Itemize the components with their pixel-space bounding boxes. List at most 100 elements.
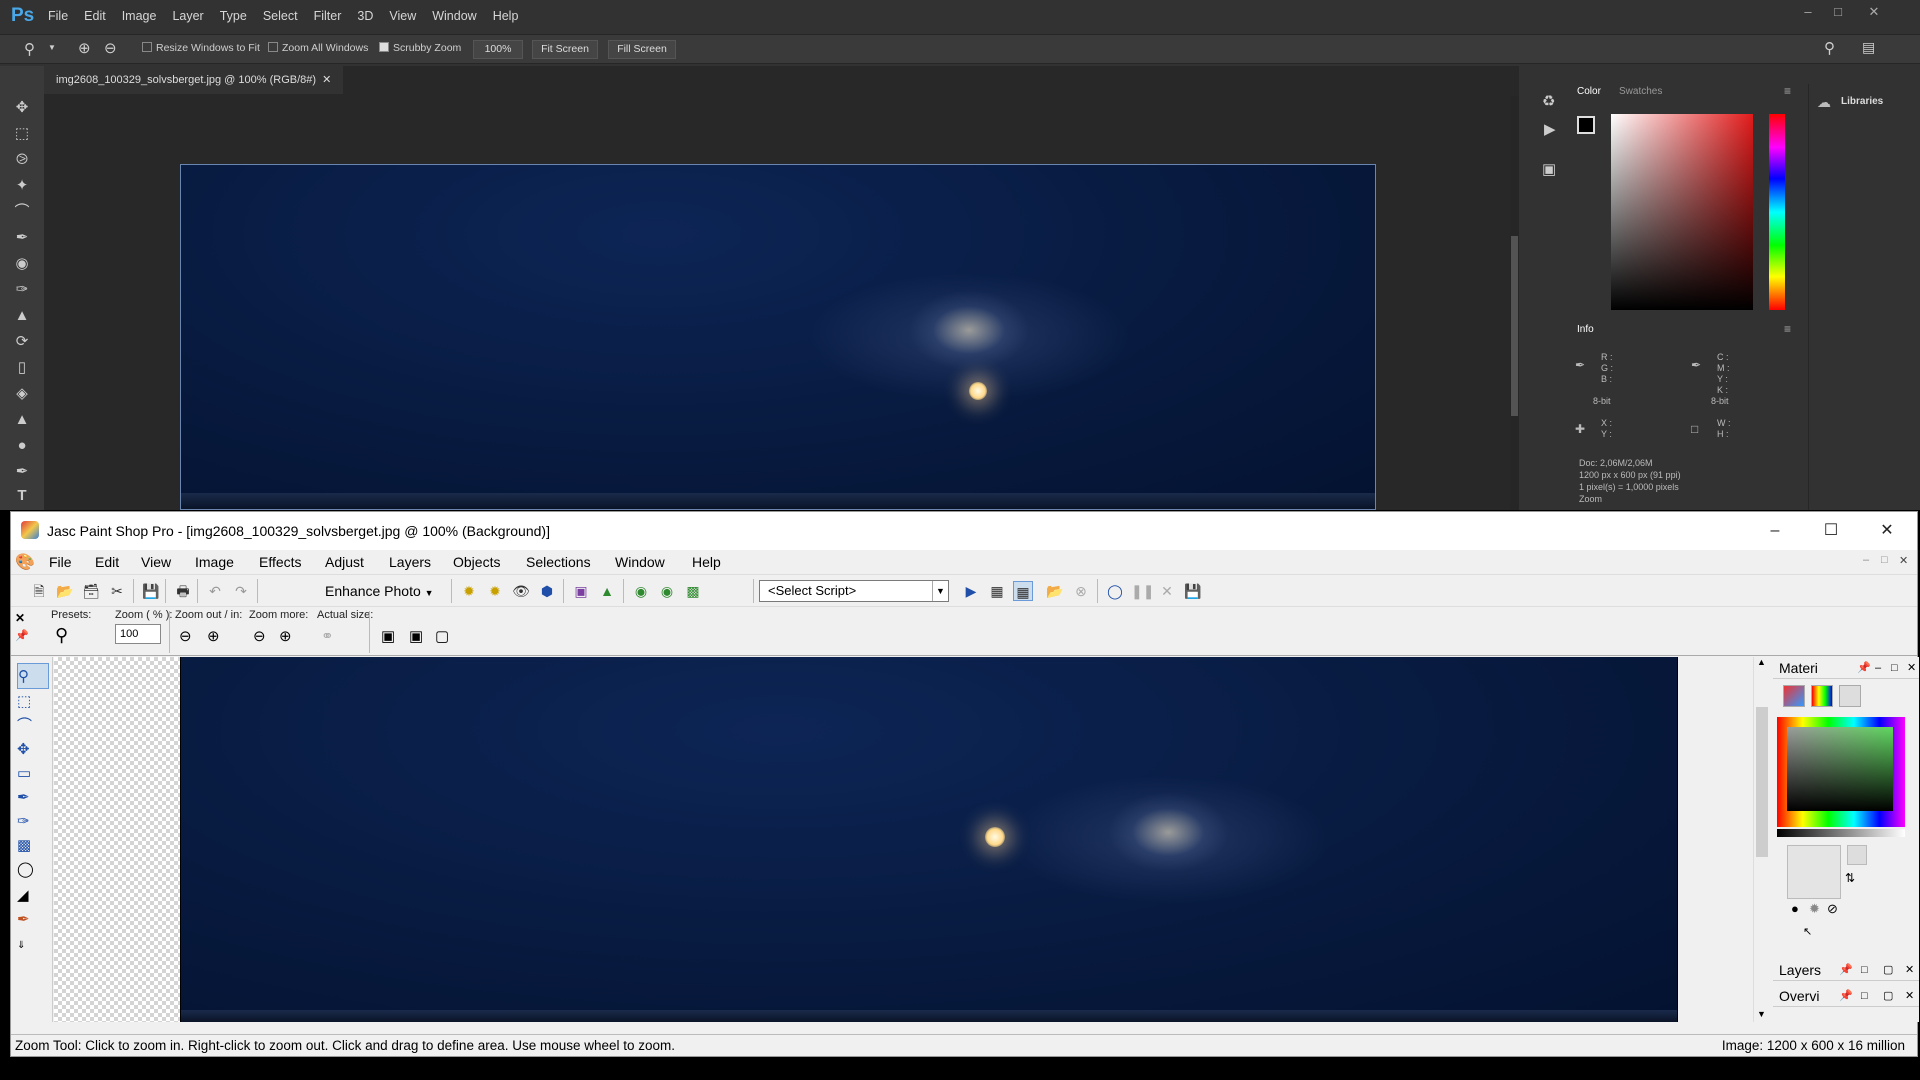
scroll-up-icon[interactable]: ▲ bbox=[1757, 657, 1766, 667]
texture-icon[interactable]: ✹ bbox=[1809, 901, 1820, 917]
marquee-tool-icon[interactable]: ⬚ bbox=[12, 124, 32, 144]
psp-menu-image[interactable]: Image bbox=[195, 554, 234, 570]
move-tool-icon[interactable]: ✥ bbox=[12, 98, 32, 118]
dodge-tool-icon[interactable]: ● bbox=[12, 436, 32, 456]
swap-colors-icon[interactable]: ⇅ bbox=[1845, 871, 1855, 885]
color-field[interactable] bbox=[1611, 114, 1753, 310]
close-icon[interactable]: ✕ bbox=[1905, 959, 1914, 981]
float-icon[interactable]: □ bbox=[1891, 657, 1898, 679]
history-icon[interactable]: ♻ bbox=[1542, 92, 1555, 110]
clone-source-icon[interactable]: ▣ bbox=[1542, 160, 1556, 178]
close-icon[interactable]: ✕ bbox=[1905, 985, 1914, 1007]
tab-info[interactable]: Info bbox=[1577, 324, 1594, 335]
zoom-tool-icon[interactable]: ⚲ bbox=[24, 40, 35, 58]
ps-restore-button[interactable]: □ bbox=[1820, 4, 1856, 26]
psp-menu-edit[interactable]: Edit bbox=[95, 554, 119, 570]
presets-zoom-icon[interactable]: ⚲ bbox=[55, 625, 68, 646]
psp-maximize-button[interactable]: ☐ bbox=[1803, 512, 1859, 550]
type-tool-icon[interactable]: T bbox=[12, 486, 32, 506]
psp-color-picker[interactable] bbox=[1777, 717, 1905, 827]
psp-menu-view[interactable]: View bbox=[141, 554, 171, 570]
float-icon[interactable]: □ bbox=[1861, 985, 1868, 1007]
grayscale-strip[interactable] bbox=[1777, 829, 1905, 837]
ps-photo[interactable] bbox=[180, 164, 1376, 510]
select-script-dropdown[interactable]: <Select Script> ▼ bbox=[759, 580, 949, 602]
ps-menu-3d[interactable]: 3D bbox=[349, 9, 381, 23]
scissors-icon[interactable]: ✂ bbox=[107, 581, 127, 601]
brush-tool-icon[interactable]: ✑ bbox=[12, 280, 32, 300]
healing-brush-icon[interactable]: ◉ bbox=[12, 254, 32, 274]
lasso-tool-icon[interactable]: ⧁ bbox=[12, 150, 32, 170]
psp-close-button[interactable]: ✕ bbox=[1859, 512, 1915, 550]
float-icon[interactable]: □ bbox=[1861, 959, 1868, 981]
frame-palette-icon[interactable] bbox=[1783, 685, 1805, 707]
browse-icon[interactable]: 🗃 bbox=[81, 581, 101, 601]
psp-menu-objects[interactable]: Objects bbox=[453, 554, 500, 570]
dropper-tool-icon[interactable]: ✒ bbox=[17, 785, 49, 811]
psp-child-restore[interactable]: □ bbox=[1881, 554, 1888, 566]
shape-tool-icon[interactable]: ◯ bbox=[17, 857, 49, 883]
zoom-out-icon[interactable]: ⊖ bbox=[179, 627, 192, 645]
zoom-more-in-icon[interactable]: ⊕ bbox=[279, 627, 292, 645]
resize-windows-checkbox[interactable]: Resize Windows to Fit bbox=[142, 42, 260, 54]
psp-menu-layers[interactable]: Layers bbox=[389, 554, 431, 570]
landscape-icon[interactable]: ▲ bbox=[597, 581, 617, 601]
zoom-out-icon[interactable]: ⊖ bbox=[104, 39, 117, 57]
chevron-down-icon[interactable]: ▼ bbox=[48, 43, 56, 52]
ps-doc-tab[interactable]: img2608_100329_solvsberget.jpg @ 100% (R… bbox=[44, 66, 344, 94]
swatches-palette-icon[interactable] bbox=[1839, 685, 1861, 707]
pin-icon[interactable]: 📌 bbox=[15, 629, 29, 642]
close-options-icon[interactable]: ✕ bbox=[15, 611, 25, 625]
ps-menu-filter[interactable]: Filter bbox=[306, 9, 350, 23]
maximize-icon[interactable]: ▢ bbox=[1883, 959, 1893, 981]
cancel-icon[interactable]: ✕ bbox=[1157, 581, 1177, 601]
psp-scroll-thumb[interactable] bbox=[1756, 707, 1768, 857]
tab-color[interactable]: Color bbox=[1577, 86, 1601, 97]
minimize-icon[interactable]: – bbox=[1875, 657, 1881, 679]
fit-screen-button[interactable]: Fit Screen bbox=[532, 40, 598, 59]
psp-minimize-button[interactable]: – bbox=[1747, 512, 1803, 550]
zoom-percent-input[interactable]: 100 bbox=[115, 624, 161, 644]
fit-window-icon[interactable]: ▣ bbox=[381, 627, 395, 645]
zoom-more-out-icon[interactable]: ⊖ bbox=[253, 627, 266, 645]
eraser-tool-icon[interactable]: ▯ bbox=[12, 358, 32, 378]
foreground-material[interactable] bbox=[1787, 845, 1841, 899]
psp-child-close[interactable]: ✕ bbox=[1899, 554, 1908, 567]
tab-swatches[interactable]: Swatches bbox=[1619, 86, 1662, 97]
paint-bucket-icon[interactable]: ◈ bbox=[12, 384, 32, 404]
pin-icon[interactable]: 📌 bbox=[1839, 985, 1853, 1007]
edit-script-icon[interactable]: ▦ bbox=[987, 581, 1007, 601]
selection-tool-icon[interactable]: ⬚ bbox=[17, 689, 49, 715]
ps-menu-file[interactable]: File bbox=[40, 9, 76, 23]
record-icon[interactable]: ◯ bbox=[1105, 581, 1125, 601]
scrubby-zoom-checkbox[interactable]: Scrubby Zoom bbox=[379, 42, 461, 54]
pen-tool-icon[interactable]: ✒ bbox=[12, 462, 32, 482]
workspace-icon[interactable]: ▤ bbox=[1862, 39, 1875, 56]
toggle-interactive-icon[interactable]: ▦ bbox=[1013, 581, 1033, 601]
enhance-photo-button[interactable]: Enhance Photo ▼ bbox=[319, 579, 440, 603]
ps-menu-edit[interactable]: Edit bbox=[76, 9, 114, 23]
fit-image-icon[interactable]: ▣ bbox=[409, 627, 423, 645]
close-icon[interactable]: ✕ bbox=[1907, 657, 1916, 679]
zoom-tool-icon[interactable]: ⚲ bbox=[17, 663, 49, 689]
pin-icon[interactable]: 📌 bbox=[1839, 959, 1853, 981]
clarify-icon[interactable]: ✹ bbox=[485, 581, 505, 601]
blur-tool-icon[interactable]: ▲ bbox=[12, 410, 32, 430]
eraser-tool-icon[interactable]: ✒ bbox=[17, 907, 49, 933]
ps-menu-image[interactable]: Image bbox=[114, 9, 165, 23]
save-icon[interactable]: 💾 bbox=[141, 581, 161, 601]
ps-menu-select[interactable]: Select bbox=[255, 9, 306, 23]
zoom-all-windows-checkbox[interactable]: Zoom All Windows bbox=[268, 42, 368, 54]
object-icon[interactable]: ⬢ bbox=[537, 581, 557, 601]
libraries-label[interactable]: Libraries bbox=[1841, 96, 1883, 107]
load-script-icon[interactable]: 📂 bbox=[1045, 581, 1065, 601]
hue-slider[interactable] bbox=[1769, 114, 1785, 310]
rainbow-palette-icon[interactable] bbox=[1811, 685, 1833, 707]
ps-menu-window[interactable]: Window bbox=[424, 9, 484, 23]
psp-doc-icon[interactable]: 🎨 bbox=[15, 552, 35, 572]
ps-menu-help[interactable]: Help bbox=[485, 9, 527, 23]
eyedropper-icon[interactable]: ✒ bbox=[12, 228, 32, 248]
ps-menu-layer[interactable]: Layer bbox=[164, 9, 211, 23]
psp-menu-adjust[interactable]: Adjust bbox=[325, 554, 364, 570]
fill-screen-button[interactable]: Fill Screen bbox=[608, 40, 676, 59]
